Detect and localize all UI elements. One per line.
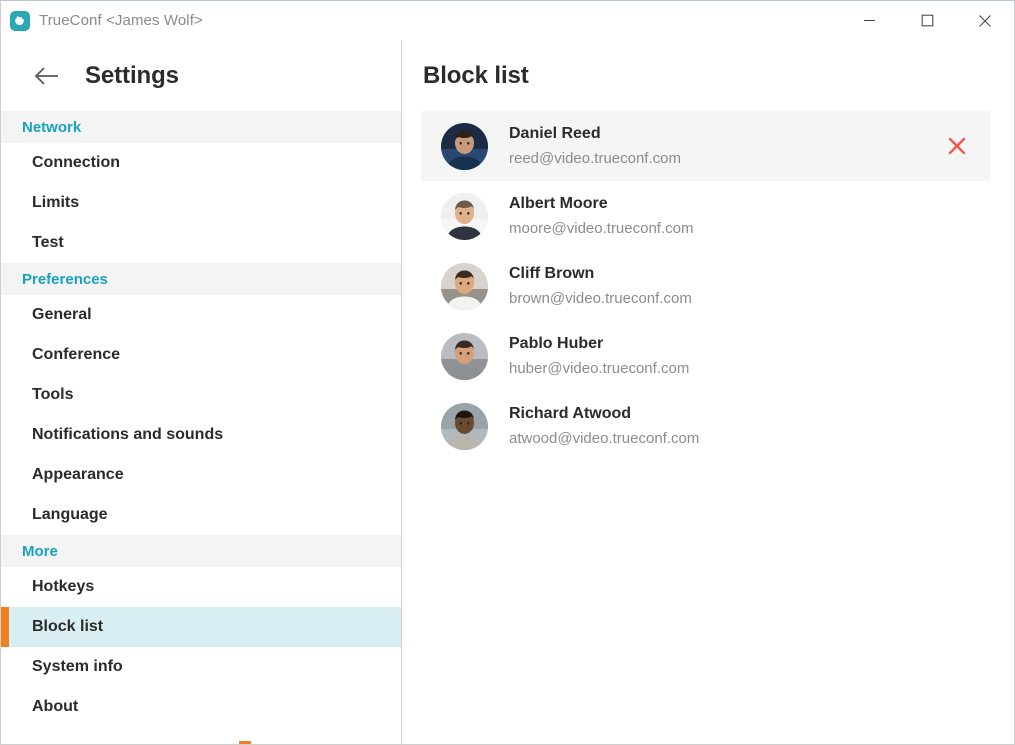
avatar — [441, 192, 488, 240]
block-list-row[interactable]: Cliff Brown brown@video.trueconf.com — [421, 251, 990, 321]
title-bar: TrueConf <James Wolf> — [1, 1, 1014, 40]
block-user-email: moore@video.trueconf.com — [509, 219, 694, 237]
block-info: Daniel Reed reed@video.trueconf.com — [509, 123, 681, 170]
block-list-row[interactable]: Richard Atwood atwood@video.trueconf.com — [421, 391, 990, 461]
block-info: Pablo Huber huber@video.trueconf.com — [509, 333, 689, 380]
block-user-name: Daniel Reed — [509, 124, 601, 142]
block-user-name: Cliff Brown — [509, 264, 595, 282]
trueconf-logo-icon — [10, 10, 30, 31]
block-list-row[interactable]: Daniel Reed reed@video.trueconf.com — [421, 111, 990, 181]
maximize-button[interactable] — [898, 1, 956, 40]
block-list-row[interactable]: Pablo Huber huber@video.trueconf.com — [421, 321, 990, 391]
sidebar-item-label: Block list — [32, 618, 104, 635]
avatar — [441, 262, 488, 310]
close-button[interactable] — [956, 1, 1014, 40]
content-panel: Block list Daniel Reed reed@video.truecon… — [402, 40, 1014, 744]
sidebar-item-notifications-and-sounds[interactable]: Notifications and sounds — [1, 415, 401, 455]
window-body: Settings Network Connection Limits Test Pref… — [1, 40, 1014, 744]
sidebar-item-label: About — [32, 698, 79, 715]
avatar — [441, 332, 488, 380]
settings-sidebar: Settings Network Connection Limits Test Pref… — [1, 40, 402, 744]
sidebar-item-connection[interactable]: Connection — [1, 143, 401, 183]
block-list: Daniel Reed reed@video.trueconf.com Albert… — [402, 111, 1014, 461]
sidebar-item-about[interactable]: About — [1, 687, 401, 727]
close-x-icon[interactable] — [942, 131, 972, 161]
block-user-email: huber@video.trueconf.com — [509, 359, 690, 377]
sidebar-item-language[interactable]: Language — [1, 495, 401, 535]
block-user-name: Richard Atwood — [509, 404, 632, 422]
avatar — [441, 122, 488, 170]
avatar — [441, 402, 488, 450]
sidebar-item-label: System info — [32, 658, 123, 675]
sidebar-item-label: Language — [32, 506, 108, 523]
block-user-name: Pablo Huber — [509, 334, 604, 352]
minimize-button[interactable] — [840, 1, 898, 40]
sidebar-item-label: General — [32, 306, 92, 323]
back-arrow-icon[interactable] — [33, 62, 61, 90]
sidebar-item-label: Hotkeys — [32, 578, 95, 595]
sidebar-item-label: Test — [32, 234, 64, 251]
block-user-email: brown@video.trueconf.com — [509, 289, 692, 307]
window-title: TrueConf <James Wolf> — [39, 12, 203, 29]
sidebar-item-label: Conference — [32, 346, 121, 363]
trueconf-settings-window: TrueConf <James Wolf> Settings Network C… — [0, 0, 1015, 745]
content-header: Block list — [402, 40, 1014, 111]
sidebar-item-conference[interactable]: Conference — [1, 335, 401, 375]
nav-group-header: Network — [1, 111, 401, 143]
nav-group-header: More — [1, 535, 401, 567]
sidebar-item-label: Connection — [32, 154, 120, 171]
window-controls — [840, 1, 1014, 40]
settings-nav: Network Connection Limits Test Preferences Ge… — [1, 111, 401, 744]
nav-group-header: Preferences — [1, 263, 401, 295]
block-user-email: atwood@video.trueconf.com — [509, 429, 700, 447]
block-user-email: reed@video.trueconf.com — [509, 149, 681, 167]
sidebar-item-label: Appearance — [32, 466, 124, 483]
content-title: Block list — [423, 61, 529, 89]
sidebar-item-hotkeys[interactable]: Hotkeys — [1, 567, 401, 607]
sidebar-item-general[interactable]: General — [1, 295, 401, 335]
sidebar-item-appearance[interactable]: Appearance — [1, 455, 401, 495]
page-title: Settings — [85, 61, 179, 89]
sidebar-item-test[interactable]: Test — [1, 223, 401, 263]
sidebar-item-label: Tools — [32, 386, 74, 403]
sidebar-item-tools[interactable]: Tools — [1, 375, 401, 415]
block-info: Albert Moore moore@video.trueconf.com — [509, 193, 693, 240]
block-info: Richard Atwood atwood@video.trueconf.com — [509, 403, 699, 450]
sidebar-item-label: Notifications and sounds — [32, 426, 224, 443]
settings-header: Settings — [1, 40, 401, 111]
block-list-row[interactable]: Albert Moore moore@video.trueconf.com — [421, 181, 990, 251]
block-info: Cliff Brown brown@video.trueconf.com — [509, 263, 692, 310]
sidebar-item-block-list[interactable]: Block list — [1, 607, 401, 647]
block-user-name: Albert Moore — [509, 194, 608, 212]
sidebar-item-limits[interactable]: Limits — [1, 183, 401, 223]
bottom-indicator-artifact — [239, 741, 251, 744]
sidebar-item-label: Limits — [32, 194, 80, 211]
sidebar-item-system-info[interactable]: System info — [1, 647, 401, 687]
